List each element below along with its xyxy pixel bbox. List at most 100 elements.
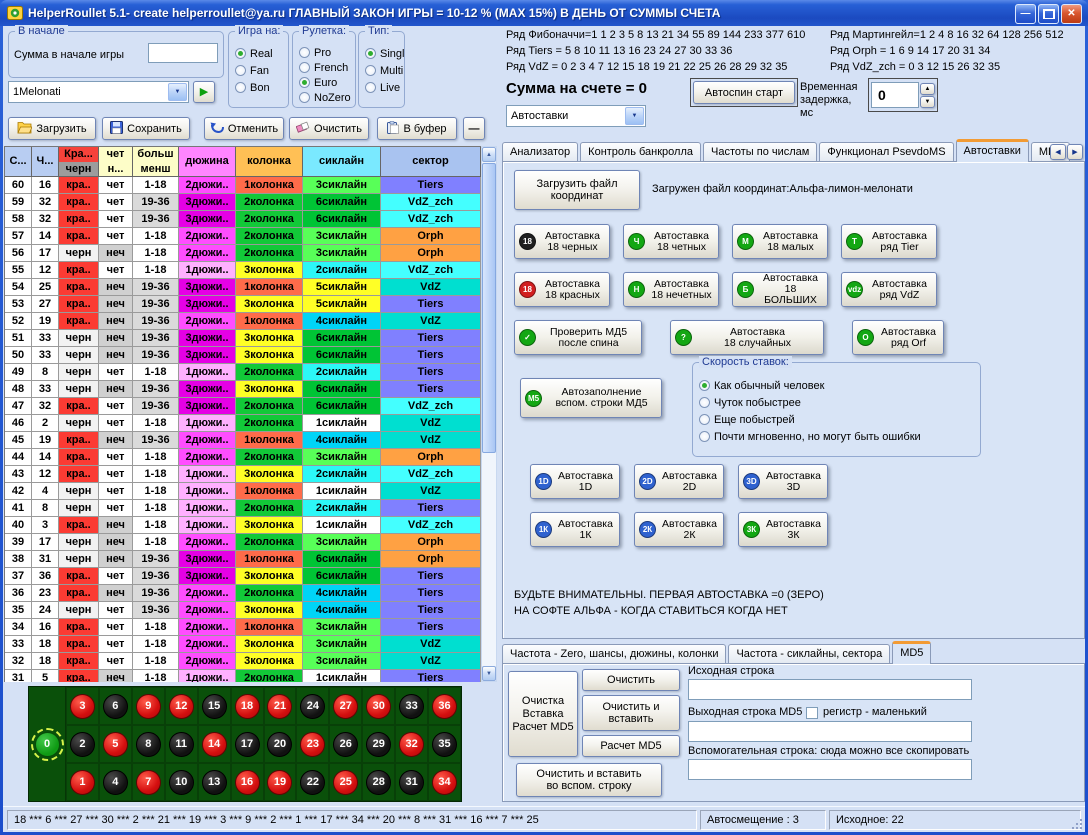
roulette-number-16[interactable]: 16: [235, 770, 260, 795]
roulette-number-36[interactable]: 36: [432, 694, 457, 719]
radio-option[interactable]: Bon: [229, 79, 288, 96]
autofill-md5-button[interactable]: М5 Автозаполнениевспом. строки МД5: [520, 378, 662, 418]
roulette-number-4[interactable]: 4: [103, 770, 128, 795]
tab[interactable]: Анализатор: [502, 142, 578, 161]
table-row[interactable]: 3318кра..чет1-182дюжи..3колонка3сиклайнV…: [5, 636, 481, 653]
md5-helper-input[interactable]: [688, 759, 972, 780]
roulette-number-35[interactable]: 35: [432, 732, 457, 757]
autobet-button[interactable]: МАвтоставка18 малых: [732, 224, 828, 259]
table-row[interactable]: 5425кра..неч19-363дюжи..1колонка5сиклайн…: [5, 279, 481, 296]
table-row[interactable]: 5133черннеч19-363дюжи..3колонка6сиклайнT…: [5, 330, 481, 347]
tab[interactable]: Частота - сиклайны, сектора: [728, 644, 890, 663]
table-row[interactable]: 5932кра..чет19-363дюжи..2колонка6сиклайн…: [5, 194, 481, 211]
autobet-button[interactable]: ?Автоставка18 случайных: [670, 320, 824, 355]
radio-option[interactable]: Multi: [359, 62, 404, 79]
table-row[interactable]: 498чернчет1-181дюжи..2колонка2сиклайнTie…: [5, 364, 481, 381]
roulette-number-6[interactable]: 6: [103, 694, 128, 719]
roulette-number-26[interactable]: 26: [333, 732, 358, 757]
tab[interactable]: MD5: [892, 641, 931, 664]
autobet-button[interactable]: 18Автоставка18 черных: [514, 224, 610, 259]
collapse-button[interactable]: —: [463, 117, 485, 140]
tab[interactable]: Частота - Zero, шансы, дюжины, колонки: [502, 644, 726, 663]
roulette-number-30[interactable]: 30: [366, 694, 391, 719]
autobet-button[interactable]: ОАвтоставкаряд Orf: [852, 320, 944, 355]
spin-up-icon[interactable]: ▲: [920, 83, 935, 95]
roulette-number-5[interactable]: 5: [103, 732, 128, 757]
roulette-number-21[interactable]: 21: [267, 694, 292, 719]
spin-down-icon[interactable]: ▼: [920, 96, 935, 108]
radio-option[interactable]: Чуток побыстрее: [693, 394, 980, 411]
autobet-button[interactable]: 1DАвтоставка1D: [530, 464, 620, 499]
table-row[interactable]: 4833черннеч19-363дюжи..3колонка6сиклайнT…: [5, 381, 481, 398]
table-row[interactable]: 5033черннеч19-363дюжи..3колонка6сиклайнT…: [5, 347, 481, 364]
md5-big-button[interactable]: ОчисткаВставкаРасчет MD5: [508, 671, 578, 757]
roulette-number-20[interactable]: 20: [267, 732, 292, 757]
autobet-button[interactable]: vdzАвтоставкаряд VdZ: [841, 272, 937, 307]
autobet-button[interactable]: 2DАвтоставка2D: [634, 464, 724, 499]
table-row[interactable]: 4732кра..чет19-363дюжи..2колонка6сиклайн…: [5, 398, 481, 415]
table-row[interactable]: 3917черннеч1-182дюжи..2колонка3сиклайнOr…: [5, 534, 481, 551]
autobet-button[interactable]: НАвтоставка18 нечетных: [623, 272, 719, 307]
load-button[interactable]: Загрузить: [8, 117, 96, 140]
table-row[interactable]: 3416кра..чет1-182дюжи..1колонка3сиклайнT…: [5, 619, 481, 636]
radio-option[interactable]: Live: [359, 79, 404, 96]
autobet-button[interactable]: ✓Проверить МД5после спина: [514, 320, 642, 355]
chevron-down-icon[interactable]: ▼: [625, 107, 644, 125]
autobet-button[interactable]: 1КАвтоставка1К: [530, 512, 620, 547]
table-row[interactable]: 4312кра..чет1-181дюжи..3колонка2сиклайнV…: [5, 466, 481, 483]
tab-scroll-right-icon[interactable]: ▶: [1067, 144, 1083, 160]
roulette-number-29[interactable]: 29: [366, 732, 391, 757]
undo-button[interactable]: Отменить: [204, 117, 284, 140]
table-row[interactable]: 4414кра..чет1-182дюжи..2колонка3сиклайнO…: [5, 449, 481, 466]
radio-option[interactable]: Pro: [293, 45, 355, 60]
autobets-select[interactable]: Автоставки ▼: [506, 105, 646, 127]
table-row[interactable]: 403кра..неч1-181дюжи..3колонка1сиклайнVd…: [5, 517, 481, 534]
table-row[interactable]: 5327кра..неч19-363дюжи..3колонка5сиклайн…: [5, 296, 481, 313]
table-row[interactable]: 3831черннеч19-363дюжи..1колонка6сиклайнO…: [5, 551, 481, 568]
table-scrollbar[interactable]: ▲ ▼: [481, 146, 497, 682]
tab[interactable]: Частоты по числам: [703, 142, 817, 161]
delay-input[interactable]: 0: [871, 82, 919, 108]
tab-scroll-left-icon[interactable]: ◀: [1050, 144, 1066, 160]
table-row[interactable]: 462чернчет1-181дюжи..2колонка1сиклайнVdZ: [5, 415, 481, 432]
load-coords-button[interactable]: Загрузить файлкоординат: [514, 170, 640, 210]
scroll-up-icon[interactable]: ▲: [482, 147, 496, 162]
autobet-button[interactable]: 18Автоставка18 красных: [514, 272, 610, 307]
tab[interactable]: Автоставки: [956, 139, 1029, 162]
clear-button[interactable]: Очистить: [289, 117, 369, 140]
roulette-number-14[interactable]: 14: [202, 732, 227, 757]
table-row[interactable]: 418чернчет1-181дюжи..2колонка2сиклайнTie…: [5, 500, 481, 517]
roulette-number-0[interactable]: 0: [35, 732, 60, 757]
roulette-number-15[interactable]: 15: [202, 694, 227, 719]
roulette-number-1[interactable]: 1: [70, 770, 95, 795]
titlebar[interactable]: HelperRoullet 5.1- create helperroullet@…: [0, 0, 1088, 26]
md5-source-input[interactable]: [688, 679, 972, 700]
roulette-number-19[interactable]: 19: [267, 770, 292, 795]
register-checkbox[interactable]: [806, 707, 818, 719]
radio-option[interactable]: Почти мгновенно, но могут быть ошибки: [693, 428, 980, 445]
play-button[interactable]: ▶: [193, 81, 215, 103]
table-row[interactable]: 5832кра..чет19-363дюжи..2колонка6сиклайн…: [5, 211, 481, 228]
save-button[interactable]: Сохранить: [102, 117, 190, 140]
roulette-number-10[interactable]: 10: [169, 770, 194, 795]
table-row[interactable]: 424чернчет1-181дюжи..1колонка1сиклайнVdZ: [5, 483, 481, 500]
radio-option[interactable]: Fan: [229, 62, 288, 79]
roulette-number-12[interactable]: 12: [169, 694, 194, 719]
roulette-number-34[interactable]: 34: [432, 770, 457, 795]
roulette-number-32[interactable]: 32: [399, 732, 424, 757]
roulette-number-18[interactable]: 18: [235, 694, 260, 719]
roulette-number-31[interactable]: 31: [399, 770, 424, 795]
roulette-number-33[interactable]: 33: [399, 694, 424, 719]
table-row[interactable]: 6016кра..чет1-182дюжи..1колонка3сиклайнT…: [5, 177, 481, 194]
maximize-button[interactable]: [1038, 4, 1059, 24]
md5-output-input[interactable]: [688, 721, 972, 742]
md5-clear-button[interactable]: Очистить: [582, 669, 680, 691]
autobet-button[interactable]: 3КАвтоставка3К: [738, 512, 828, 547]
md5-clear-paste-button[interactable]: Очистить и вставить: [582, 695, 680, 731]
roulette-number-13[interactable]: 13: [202, 770, 227, 795]
roulette-number-9[interactable]: 9: [136, 694, 161, 719]
table-row[interactable]: 5714кра..чет1-182дюжи..2колонка3сиклайнO…: [5, 228, 481, 245]
radio-option[interactable]: French: [293, 60, 355, 75]
autobet-button[interactable]: 3DАвтоставка3D: [738, 464, 828, 499]
radio-option[interactable]: Real: [229, 45, 288, 62]
